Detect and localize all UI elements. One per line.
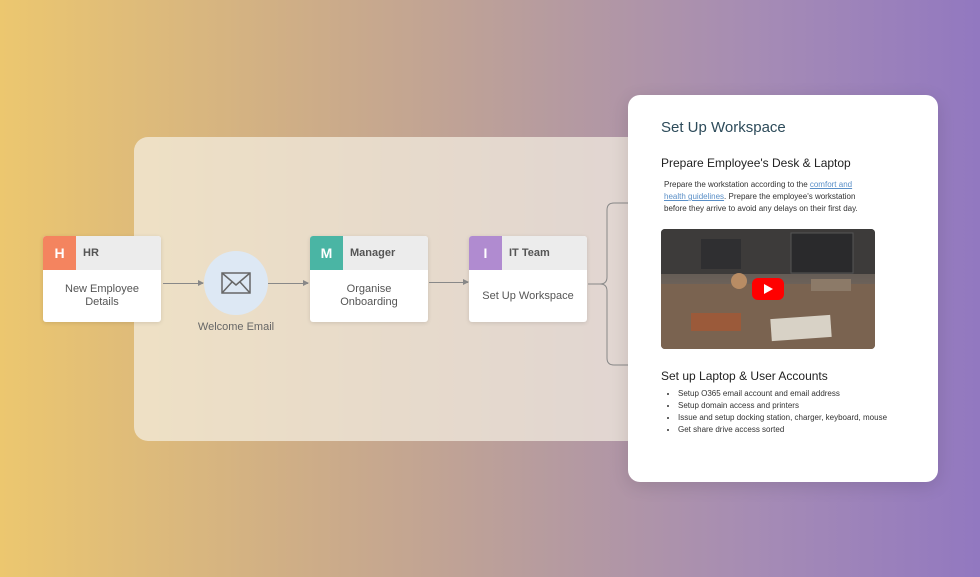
play-button[interactable]: [752, 278, 784, 300]
envelope-icon: [221, 272, 251, 294]
manager-title: Manager: [350, 247, 396, 259]
it-title: IT Team: [509, 247, 550, 259]
list-item: Get share drive access sorted: [678, 424, 887, 436]
checklist: Setup O365 email account and email addre…: [666, 388, 887, 436]
list-item: Issue and setup docking station, charger…: [678, 412, 887, 424]
manager-step-card[interactable]: M Manager Organise Onboarding: [310, 236, 428, 322]
video-player[interactable]: [661, 229, 875, 349]
list-item: Setup domain access and printers: [678, 400, 887, 412]
step-detail-panel: Set Up Workspace Prepare Employee's Desk…: [628, 95, 938, 482]
hr-badge: H: [43, 236, 76, 270]
it-step-card[interactable]: I IT Team Set Up Workspace: [469, 236, 587, 322]
detail-title: Set Up Workspace: [661, 119, 786, 136]
hr-title: HR: [83, 247, 99, 259]
welcome-email-node[interactable]: [204, 251, 268, 315]
branch-connector: [588, 202, 630, 366]
card-header: I IT Team: [469, 236, 587, 270]
section1-heading: Prepare Employee's Desk & Laptop: [661, 156, 851, 170]
section1-text: Prepare the workstation according to the…: [664, 179, 874, 215]
section2-heading: Set up Laptop & User Accounts: [661, 369, 828, 383]
list-item: Setup O365 email account and email addre…: [678, 388, 887, 400]
connector-arrow: [268, 280, 309, 286]
play-icon: [764, 284, 773, 294]
it-step-label: Set Up Workspace: [482, 289, 574, 302]
it-badge: I: [469, 236, 502, 270]
card-header: M Manager: [310, 236, 428, 270]
hr-step-card[interactable]: H HR New Employee Details: [43, 236, 161, 322]
welcome-email-label: Welcome Email: [197, 321, 275, 333]
connector-arrow: [429, 279, 469, 285]
connector-arrow: [163, 280, 204, 286]
card-header: H HR: [43, 236, 161, 270]
hr-step-label: New Employee Details: [65, 283, 139, 308]
manager-badge: M: [310, 236, 343, 270]
para-text-before: Prepare the workstation according to the: [664, 180, 810, 189]
manager-step-label: Organise Onboarding: [340, 283, 398, 308]
